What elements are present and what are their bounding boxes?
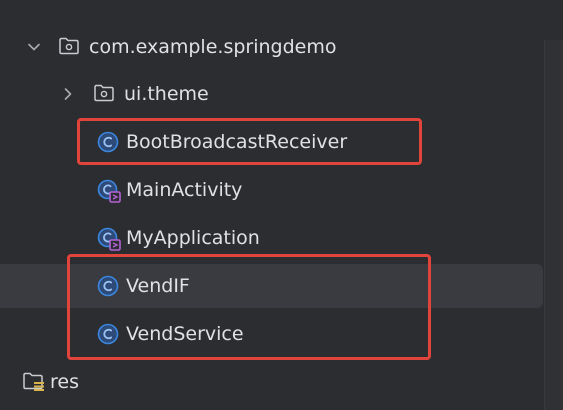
tree-item-label: ui.theme [124,83,209,105]
tree-item-myapplication[interactable]: MyApplication [0,218,543,258]
resources-folder-icon [22,371,46,393]
tree-item-ui-theme[interactable]: ui.theme [0,74,543,114]
highlight-box [77,118,422,165]
activity-class-icon [97,179,121,203]
activity-class-icon [97,227,121,251]
tree-item-res[interactable]: res [0,362,543,402]
tree-item-label: res [50,371,79,393]
tree-item-label: MyApplication [126,227,260,249]
package-folder-icon [58,36,80,56]
chevron-right-icon[interactable] [60,86,76,102]
highlight-box [67,254,431,360]
tree-item-label: com.example.springdemo [89,36,337,58]
tree-item-com-example-springdemo[interactable]: com.example.springdemo [0,27,543,67]
package-folder-icon [93,83,115,103]
tree-item-label: MainActivity [126,179,243,201]
chevron-down-icon[interactable] [26,39,42,55]
vertical-scrollbar[interactable] [544,40,563,410]
tree-item-mainactivity[interactable]: MainActivity [0,170,543,210]
project-tree-panel: com.example.springdemo ui.theme BootBroa… [0,0,563,410]
